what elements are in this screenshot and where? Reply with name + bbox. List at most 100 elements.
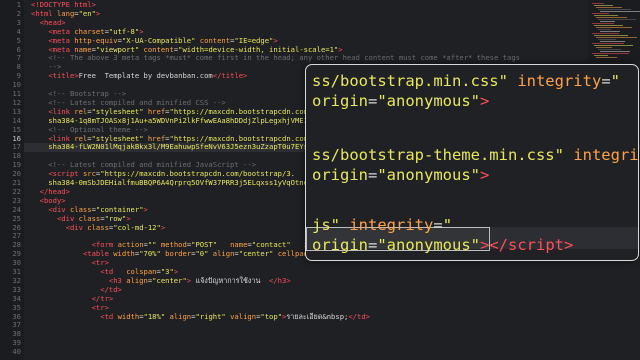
minimap-line (598, 9, 631, 10)
minimap-line (598, 49, 621, 50)
code-token: "container" (95, 204, 144, 214)
magnified-code-token: "anonymous" (377, 92, 480, 110)
minimap-line (594, 35, 628, 36)
code-token: > (273, 35, 278, 45)
line-number: 40 (12, 347, 21, 357)
minimap[interactable] (588, 0, 640, 62)
code-token: rel (74, 133, 88, 143)
code-token: src (82, 169, 96, 179)
magnified-code-token: integrity (517, 72, 602, 90)
magnified-code-token: origin (312, 92, 368, 110)
magnified-code-token (508, 72, 517, 90)
code-token: "https://maxcdn.bootstrapcdn.com/ (169, 133, 313, 143)
code-token: <!-- Latest compiled and minified JavaSc… (31, 160, 257, 170)
minimap-line (600, 21, 615, 22)
minimap-line (600, 41, 625, 42)
code-token: "3" (160, 267, 174, 276)
code-token: "X-UA-Compatible" (121, 35, 196, 45)
minimap-line (592, 43, 624, 44)
code-token: "contact" (251, 240, 291, 250)
code-token: align (212, 249, 235, 259)
minimap-line (596, 57, 617, 58)
code-token: "https://maxcdn.bootstrapcdn.com/bootstr… (100, 169, 295, 179)
magnified-code-token: > (564, 236, 574, 254)
minimap-line (600, 31, 620, 32)
magnified-code-token: = (368, 92, 378, 110)
code-token: > (338, 44, 343, 54)
code-token: <meta (48, 26, 75, 36)
code-token: <td (100, 267, 118, 276)
code-token: <h3 (108, 275, 127, 285)
code-token: href (147, 106, 166, 116)
code-token: รายละเอียด&nbsp; (286, 311, 349, 321)
code-token: "stylesheet" (91, 106, 144, 116)
code-token: valign (230, 311, 257, 321)
minimap-line (600, 11, 640, 12)
code-token: "" (147, 240, 157, 250)
magnified-code-token: ss/bootstrap-theme.min.css" (312, 146, 564, 164)
code-token: แจ้งปัญหาการใช้งาน (191, 275, 270, 285)
minimap-line (592, 3, 604, 4)
minimap-line (600, 51, 630, 52)
code-token: http-equiv (74, 35, 118, 45)
code-token: > (173, 267, 179, 276)
code-line: <td width="18%" align="right" valign="to… (31, 311, 370, 322)
code-token: method (160, 240, 187, 250)
code-token: <!-- The above 3 meta tags *must* come f… (31, 53, 520, 63)
magnified-code-line: ss/bootstrap.min.css" integrity=" (312, 71, 620, 91)
code-token: "stylesheet" (91, 133, 144, 143)
code-token: <table (82, 249, 114, 259)
code-token: action (117, 240, 144, 250)
code-token: Free Template by devbanban.com (78, 71, 213, 81)
code-token: align (169, 311, 192, 321)
magnified-code-token (340, 216, 349, 234)
code-token: content (199, 35, 231, 45)
minimap-line (592, 13, 609, 14)
code-token: "col-md-12" (113, 222, 161, 232)
magnified-code-token: integrity (349, 216, 434, 234)
code-token: class (78, 213, 101, 223)
code-token: <body> (39, 195, 66, 205)
magnified-code-token: > (480, 92, 490, 110)
magnified-code-token: " (442, 216, 453, 234)
minimap-line (596, 47, 612, 48)
magnified-code-token: " (610, 72, 620, 90)
code-token: <tr> (91, 258, 109, 268)
code-token: <!-- Latest compiled and minified CSS --… (31, 97, 226, 107)
code-token: "top" (260, 311, 283, 321)
code-token: "POST" (191, 240, 218, 250)
code-token: </h3> (269, 275, 291, 285)
code-token: "utf-8" (108, 26, 140, 36)
code-token: <script (48, 169, 83, 179)
code-line: <title>Free Template by devbanban.com</t… (31, 71, 247, 81)
code-token: border (165, 249, 192, 259)
minimap-line (594, 15, 618, 16)
magnified-code-token (564, 146, 573, 164)
code-token: name (74, 44, 92, 54)
magnified-code-line: origin="anonymous"></script> (312, 235, 573, 255)
minimap-line (592, 23, 614, 24)
code-token: > (126, 213, 131, 223)
magnified-code-token: "anonymous" (377, 236, 480, 254)
code-token: "0" (195, 249, 209, 259)
code-token: "70%" (139, 249, 161, 259)
code-token: name (230, 240, 248, 250)
magnified-code-token: ss/bootstrap.min.css" (312, 72, 508, 90)
code-token: <!DOCTYPE html> (31, 0, 96, 9)
minimap-line (592, 33, 619, 34)
code-token: class (69, 204, 92, 214)
